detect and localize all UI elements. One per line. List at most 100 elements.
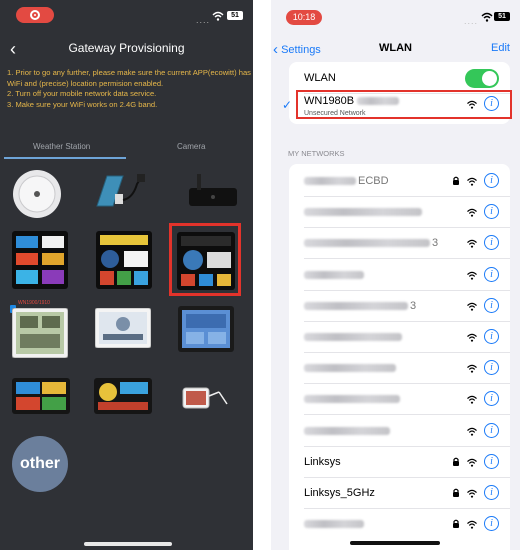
round-sensor-icon[interactable] [10, 168, 64, 220]
network-name-text: 3 [432, 237, 439, 250]
instructions: 1. Prior to go any further, please make … [7, 68, 251, 110]
wifi-icon [467, 333, 477, 342]
redacted-text [304, 364, 396, 373]
wifi-icon [467, 240, 477, 249]
redacted-text [304, 395, 400, 404]
info-icon[interactable]: i [484, 453, 499, 469]
white-display-console-icon[interactable] [95, 308, 151, 348]
network-name-text: Linksys_5GHz [304, 487, 375, 499]
instruction-item: 1. Prior to go any further, please make … [7, 68, 251, 88]
network-row[interactable]: 3i [289, 228, 510, 260]
color-display-console-icon[interactable] [96, 231, 152, 289]
battery-icon: 51 [494, 12, 510, 21]
network-row[interactable]: 3i [289, 291, 510, 322]
network-row[interactable]: i [289, 384, 510, 416]
wifi-icon [212, 11, 224, 21]
networks-list: ECBD i i 3 i i 3 i i i i i Linksys i Linksys_5GHz i i [289, 164, 510, 550]
instruction-item: 2. Turn off your mobile network data ser… [7, 89, 157, 99]
record-icon [30, 10, 40, 20]
redacted-text [304, 208, 422, 217]
network-name: 3 [304, 237, 438, 249]
status-time[interactable]: 10:18 [286, 10, 322, 25]
lock-icon [453, 176, 459, 185]
selected-device-highlight [169, 223, 241, 296]
network-row[interactable]: i [289, 197, 510, 229]
network-row[interactable]: i [289, 353, 510, 385]
network-name [304, 269, 366, 281]
network-name [304, 425, 392, 437]
solar-panel-sensor-icon[interactable] [93, 170, 155, 212]
network-name [304, 206, 424, 218]
home-indicator[interactable] [84, 542, 172, 546]
info-icon[interactable]: i [484, 204, 499, 220]
network-row[interactable]: i [289, 416, 510, 447]
signal-icon: .... [196, 15, 211, 25]
camera-device-icon[interactable] [181, 384, 231, 412]
network-name-text: 3 [410, 299, 417, 312]
network-name [304, 518, 366, 530]
redacted-text [304, 520, 364, 529]
network-row[interactable]: ECBD i [289, 166, 510, 197]
wifi-icon [467, 520, 477, 529]
info-icon[interactable]: i [484, 485, 499, 500]
lcd-display-console-icon[interactable] [12, 308, 68, 358]
wifi-icon [467, 427, 477, 436]
edit-button[interactable]: Edit [491, 42, 510, 54]
model-badge: WN1900/1910 [18, 300, 50, 306]
section-header: MY NETWORKS [288, 149, 345, 158]
wide-display-console-icon[interactable] [12, 378, 70, 414]
network-row[interactable]: i [289, 509, 510, 540]
info-icon[interactable]: i [484, 516, 499, 532]
signal-icon: .... [464, 16, 479, 26]
network-row[interactable]: i [289, 260, 510, 291]
network-name: ECBD [304, 175, 389, 187]
info-icon[interactable]: i [484, 235, 499, 251]
network-row[interactable]: i [289, 322, 510, 353]
home-indicator[interactable] [350, 541, 440, 545]
lock-icon [453, 457, 459, 466]
other-device-button[interactable]: other [12, 436, 68, 492]
color-display-console-icon[interactable] [12, 231, 68, 289]
lock-icon [453, 488, 459, 497]
wifi-icon [467, 489, 477, 498]
network-row[interactable]: Linksys_5GHz i [289, 478, 510, 509]
active-tab-indicator [4, 157, 126, 159]
network-row[interactable]: Linksys i [289, 447, 510, 478]
network-name-text: ECBD [358, 175, 389, 187]
network-name: Linksys [304, 456, 341, 468]
redacted-text [304, 301, 408, 310]
info-icon[interactable]: i [484, 329, 499, 344]
wifi-icon [481, 12, 493, 22]
page-title: Gateway Provisioning [68, 41, 185, 55]
info-icon[interactable]: i [484, 266, 499, 282]
info-icon[interactable]: i [484, 360, 499, 376]
gateway-hub-icon[interactable] [183, 170, 243, 212]
wifi-icon [467, 271, 477, 280]
wlan-settings-screen: 10:18 .... 51 ‹ Settings WLAN Edit WLAN … [271, 0, 520, 550]
network-name: Linksys_5GHz [304, 487, 375, 499]
blue-display-console-icon[interactable] [178, 306, 234, 352]
bluetooth-icon [10, 300, 16, 313]
screen-recording-indicator[interactable] [16, 7, 54, 23]
status-bar: 10:18 .... 51 [271, 0, 520, 30]
wide-display-console-icon[interactable] [94, 378, 152, 414]
checkmark-icon: ✓ [282, 98, 293, 112]
tab-camera[interactable]: Camera [177, 142, 205, 151]
instruction-item: 3. Make sure your WiFi works on 2.4G ban… [7, 99, 158, 109]
redacted-text [304, 426, 390, 435]
battery-icon: 51 [227, 11, 243, 20]
info-icon[interactable]: i [484, 422, 499, 438]
device-tabs: Weather Station Camera [0, 138, 253, 160]
info-icon[interactable]: i [484, 391, 499, 407]
gateway-provisioning-screen: .... 51 ‹ Gateway Provisioning 1. Prior … [0, 0, 253, 550]
status-bar: .... 51 [0, 0, 253, 28]
tab-weather-station[interactable]: Weather Station [33, 142, 90, 151]
wifi-icon [467, 302, 477, 311]
network-name [304, 331, 404, 343]
info-icon[interactable]: i [484, 297, 499, 313]
wlan-toggle[interactable] [465, 69, 499, 88]
redacted-text [304, 333, 402, 342]
wifi-icon [467, 458, 477, 467]
network-name-text: Linksys [304, 455, 341, 468]
info-icon[interactable]: i [484, 173, 499, 188]
